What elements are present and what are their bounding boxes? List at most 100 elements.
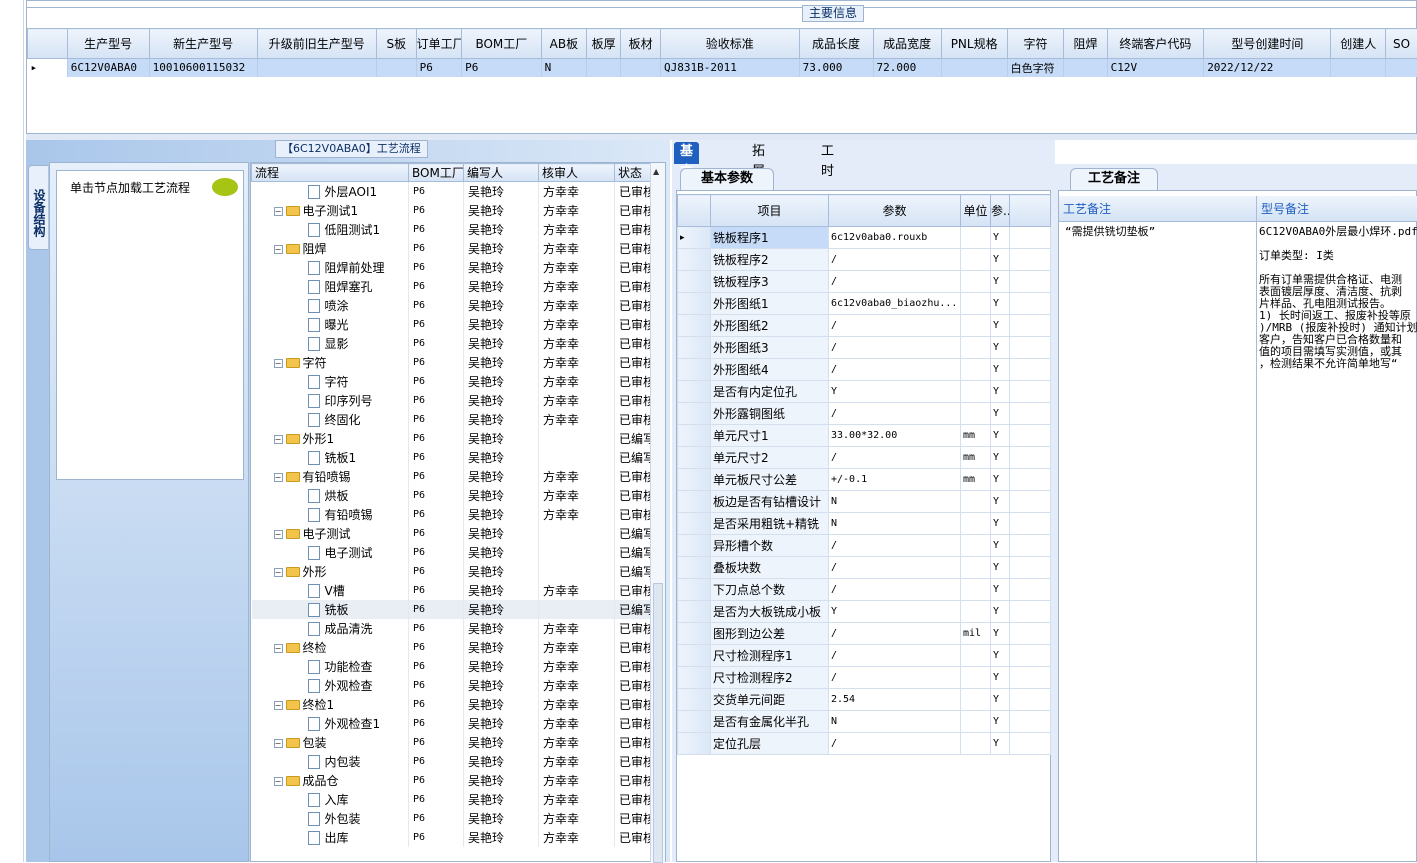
params-row[interactable]: 下刀点总个数/Y bbox=[678, 579, 1051, 601]
flow-step-cell[interactable]: 显影 bbox=[252, 334, 409, 353]
flow-tree-row[interactable]: −阻焊P6吴艳玲方幸幸已审核 bbox=[252, 239, 652, 258]
flow-column-header[interactable]: BOM工厂 bbox=[409, 164, 464, 182]
flow-tree-row[interactable]: 外观检查1P6吴艳玲方幸幸已审核 bbox=[252, 714, 652, 733]
flow-step-cell[interactable]: 外层AOI1 bbox=[252, 182, 409, 201]
params-row[interactable]: 单元板尺寸公差+/-0.1mmY bbox=[678, 469, 1051, 491]
collapse-toggle-icon[interactable]: − bbox=[274, 359, 283, 368]
flow-tree-row[interactable]: V槽P6吴艳玲方幸幸已审核 bbox=[252, 581, 652, 600]
params-row[interactable]: 图形到边公差/milY bbox=[678, 623, 1051, 645]
main-info-column-header[interactable]: 型号创建时间 bbox=[1204, 29, 1331, 59]
flow-step-cell[interactable]: 成品清洗 bbox=[252, 619, 409, 638]
main-info-cell[interactable]: QJ831B-2011 bbox=[660, 59, 799, 77]
flow-step-cell[interactable]: −电子测试1 bbox=[252, 201, 409, 220]
flow-step-cell[interactable]: −终检 bbox=[252, 638, 409, 657]
flow-step-cell[interactable]: 印序列号 bbox=[252, 391, 409, 410]
main-info-cell[interactable]: 73.000 bbox=[799, 59, 873, 77]
params-row[interactable]: 板边是否有钻槽设计NY bbox=[678, 491, 1051, 513]
flow-tree-row[interactable]: 铣板1P6吴艳玲已编写 bbox=[252, 448, 652, 467]
param-value[interactable]: / bbox=[829, 249, 961, 271]
main-info-column-header[interactable]: 生产型号 bbox=[67, 29, 149, 59]
param-value[interactable]: / bbox=[829, 667, 961, 689]
process-remarks-tab[interactable]: 工艺备注 bbox=[1070, 168, 1158, 190]
flow-step-cell[interactable]: 外观检查1 bbox=[252, 714, 409, 733]
main-info-cell[interactable]: 72.000 bbox=[873, 59, 941, 77]
flow-tree-row[interactable]: −外形1P6吴艳玲已编写 bbox=[252, 429, 652, 448]
flow-step-cell[interactable]: −包装 bbox=[252, 733, 409, 752]
flow-tree-row[interactable]: 外观检查P6吴艳玲方幸幸已审核 bbox=[252, 676, 652, 695]
collapse-toggle-icon[interactable]: − bbox=[274, 644, 283, 653]
flow-step-cell[interactable]: 铣板 bbox=[252, 600, 409, 619]
param-value[interactable]: +/-0.1 bbox=[829, 469, 961, 491]
flow-step-cell[interactable]: −有铅喷锡 bbox=[252, 467, 409, 486]
params-row[interactable]: ▸铣板程序16c12v0aba0.rouxbY bbox=[678, 227, 1051, 249]
flow-step-cell[interactable]: 字符 bbox=[252, 372, 409, 391]
params-column-header[interactable]: 单位 bbox=[961, 195, 991, 227]
flow-tree-row[interactable]: 印序列号P6吴艳玲方幸幸已审核 bbox=[252, 391, 652, 410]
flow-tree-row[interactable]: 入库P6吴艳玲方幸幸已审核 bbox=[252, 790, 652, 809]
main-info-column-header[interactable]: 新生产型号 bbox=[149, 29, 257, 59]
flow-tree-row[interactable]: 终固化P6吴艳玲方幸幸已审核 bbox=[252, 410, 652, 429]
params-row[interactable]: 铣板程序2/Y bbox=[678, 249, 1051, 271]
flow-tree-row[interactable]: 喷涂P6吴艳玲方幸幸已审核 bbox=[252, 296, 652, 315]
params-row[interactable]: 单元尺寸2/mmY bbox=[678, 447, 1051, 469]
flow-tree-row[interactable]: −成品仓P6吴艳玲方幸幸已审核 bbox=[252, 771, 652, 790]
param-value[interactable]: 6c12v0aba0_biaozhu... bbox=[829, 293, 961, 315]
params-row[interactable]: 交货单元间距2.54Y bbox=[678, 689, 1051, 711]
main-info-cell[interactable]: 2022/12/22 bbox=[1204, 59, 1331, 77]
params-column-header[interactable]: 参.. bbox=[991, 195, 1010, 227]
main-info-cell[interactable]: 白色字符 bbox=[1007, 59, 1064, 77]
param-value[interactable]: / bbox=[829, 535, 961, 557]
flow-tree-row[interactable]: 阻焊前处理P6吴艳玲方幸幸已审核 bbox=[252, 258, 652, 277]
param-value[interactable]: / bbox=[829, 623, 961, 645]
main-info-column-header[interactable]: 成品长度 bbox=[799, 29, 873, 59]
param-value[interactable]: / bbox=[829, 645, 961, 667]
main-info-cell[interactable]: N bbox=[541, 59, 586, 77]
main-info-column-header[interactable]: 订单工厂 bbox=[416, 29, 461, 59]
flow-scroll-thumb[interactable] bbox=[653, 583, 663, 863]
main-info-column-header[interactable]: BOM工厂 bbox=[462, 29, 542, 59]
flow-tree-row[interactable]: 烘板P6吴艳玲方幸幸已审核 bbox=[252, 486, 652, 505]
main-info-column-header[interactable]: 验收标准 bbox=[660, 29, 799, 59]
flow-tree-row[interactable]: 显影P6吴艳玲方幸幸已审核 bbox=[252, 334, 652, 353]
main-info-cell[interactable] bbox=[1331, 59, 1386, 77]
model-remarks-text[interactable]: 6C12V0ABA0外层最小焊环.pdf 订单类型: I类 所有订单需提供合格证… bbox=[1257, 222, 1417, 374]
param-value[interactable]: 33.00*32.00 bbox=[829, 425, 961, 447]
flow-column-header[interactable]: 编写人 bbox=[464, 164, 539, 182]
basic-params-tab[interactable]: 基本参数 bbox=[680, 168, 774, 190]
main-info-cell[interactable] bbox=[1064, 59, 1107, 77]
flow-step-cell[interactable]: 阻焊塞孔 bbox=[252, 277, 409, 296]
flow-tree-row[interactable]: 功能检查P6吴艳玲方幸幸已审核 bbox=[252, 657, 652, 676]
main-info-cell[interactable]: P6 bbox=[416, 59, 461, 77]
param-value[interactable]: N bbox=[829, 711, 961, 733]
main-info-cell[interactable]: 6C12V0ABA0 bbox=[67, 59, 149, 77]
tab-extended-info[interactable]: 拓展信息 bbox=[746, 142, 771, 164]
params-row[interactable]: 定位孔层/Y bbox=[678, 733, 1051, 755]
collapse-toggle-icon[interactable]: − bbox=[274, 435, 283, 444]
flow-step-cell[interactable]: 电子测试 bbox=[252, 543, 409, 562]
flow-step-cell[interactable]: 曝光 bbox=[252, 315, 409, 334]
flow-step-cell[interactable]: 终固化 bbox=[252, 410, 409, 429]
flow-tree-row[interactable]: 低阻测试1P6吴艳玲方幸幸已审核 bbox=[252, 220, 652, 239]
params-row[interactable]: 异形槽个数/Y bbox=[678, 535, 1051, 557]
main-info-cell[interactable]: 10010600115032 bbox=[149, 59, 257, 77]
main-info-cell[interactable]: P6 bbox=[462, 59, 542, 77]
flow-tree-row[interactable]: −有铅喷锡P6吴艳玲方幸幸已审核 bbox=[252, 467, 652, 486]
flow-step-cell[interactable]: 烘板 bbox=[252, 486, 409, 505]
param-value[interactable]: / bbox=[829, 733, 961, 755]
param-value[interactable]: / bbox=[829, 271, 961, 293]
flow-tree-row[interactable]: 内包装P6吴艳玲方幸幸已审核 bbox=[252, 752, 652, 771]
flow-step-cell[interactable]: V槽 bbox=[252, 581, 409, 600]
flow-tree-row[interactable]: 字符P6吴艳玲方幸幸已审核 bbox=[252, 372, 652, 391]
scroll-up-arrow-icon[interactable]: ▲ bbox=[653, 167, 659, 176]
flow-step-cell[interactable]: −外形1 bbox=[252, 429, 409, 448]
flow-step-cell[interactable]: 外观检查 bbox=[252, 676, 409, 695]
params-row[interactable]: 单元尺寸133.00*32.00mmY bbox=[678, 425, 1051, 447]
params-row[interactable]: 铣板程序3/Y bbox=[678, 271, 1051, 293]
param-value[interactable]: / bbox=[829, 315, 961, 337]
flow-tree-row[interactable]: 外层AOI1P6吴艳玲方幸幸已审核 bbox=[252, 182, 652, 201]
flow-step-cell[interactable]: 喷涂 bbox=[252, 296, 409, 315]
flow-step-cell[interactable]: −电子测试 bbox=[252, 524, 409, 543]
main-info-cell[interactable] bbox=[257, 59, 376, 77]
main-info-column-header[interactable]: PNL规格 bbox=[941, 29, 1007, 59]
equipment-structure-tab[interactable]: 设备结构 bbox=[28, 165, 48, 250]
